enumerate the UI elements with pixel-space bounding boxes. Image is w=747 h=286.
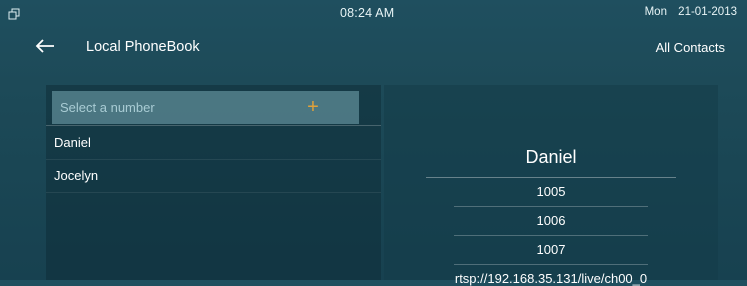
- top-bar: Local PhoneBook All Contacts: [0, 30, 747, 66]
- contact-detail-panel: Daniel 1005 1006 1007 rtsp://192.168.35.…: [384, 85, 718, 286]
- contact-item-daniel[interactable]: Daniel: [46, 127, 381, 160]
- back-arrow-icon[interactable]: [34, 36, 56, 56]
- status-date-value: 21-01-2013: [678, 6, 737, 18]
- list-divider: [46, 125, 381, 126]
- contact-list: Daniel Jocelyn: [46, 127, 381, 193]
- contact-number[interactable]: 1007: [454, 238, 648, 262]
- status-time: 08:24 AM: [340, 6, 395, 20]
- contact-detail-name: Daniel: [525, 147, 577, 167]
- all-contacts-filter[interactable]: All Contacts: [656, 40, 725, 55]
- page-title: Local PhoneBook: [86, 39, 200, 55]
- name-divider: [426, 177, 676, 178]
- status-day: Mon: [644, 6, 667, 18]
- contact-rtsp-url[interactable]: rtsp://192.168.35.131/live/ch00_0: [384, 271, 718, 286]
- number-divider: [454, 206, 648, 207]
- number-divider: [454, 264, 648, 265]
- status-date: Mon 21-01-2013: [637, 6, 737, 18]
- window-icon: [8, 8, 20, 20]
- search-input[interactable]: [60, 100, 300, 115]
- status-bar: 08:24 AM Mon 21-01-2013: [0, 0, 747, 30]
- contact-list-panel: + Daniel Jocelyn: [46, 85, 381, 280]
- contact-number[interactable]: 1005: [454, 180, 648, 204]
- contact-number[interactable]: 1006: [454, 209, 648, 233]
- number-divider: [454, 235, 648, 236]
- add-contact-button[interactable]: +: [279, 91, 347, 124]
- contact-item-jocelyn[interactable]: Jocelyn: [46, 160, 381, 193]
